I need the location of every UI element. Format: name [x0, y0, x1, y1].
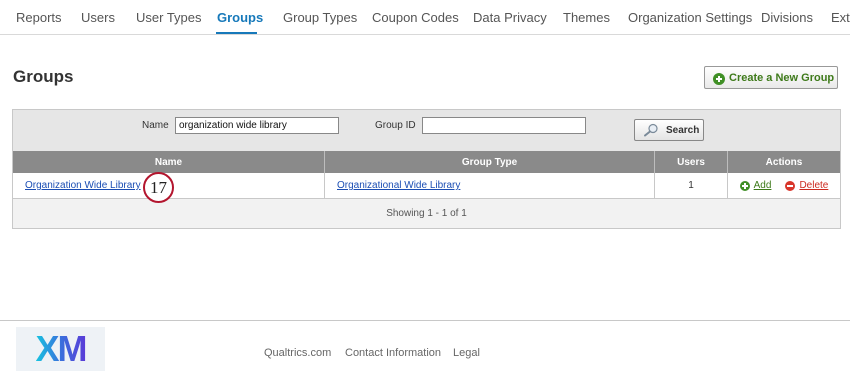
cell-group-type: Organizational Wide Library — [325, 173, 655, 198]
column-header-actions: Actions — [765, 156, 803, 168]
cell-users: 1 — [655, 173, 728, 198]
users-count: 1 — [688, 180, 694, 191]
name-filter-input[interactable] — [175, 117, 339, 134]
footer-link-contact[interactable]: Contact Information — [345, 347, 441, 359]
table-header: Name Group Type Users Actions — [13, 151, 840, 173]
group-id-input[interactable] — [422, 117, 586, 134]
name-filter-label: Name — [142, 120, 169, 131]
create-group-label: Create a New Group — [729, 71, 835, 84]
add-icon[interactable] — [739, 180, 750, 191]
active-tab-indicator — [216, 32, 257, 34]
filter-bar: Name Group ID Search — [13, 110, 840, 151]
tab-extensions[interactable]: Exte — [831, 10, 850, 25]
column-header-name[interactable]: Name — [13, 151, 325, 173]
tab-divisions[interactable]: Divisions — [761, 10, 813, 25]
cell-actions: Add Delete — [728, 173, 840, 198]
delete-link[interactable]: Delete — [799, 180, 828, 191]
delete-icon[interactable] — [785, 180, 796, 191]
tab-user-types[interactable]: User Types — [136, 10, 202, 25]
groups-panel: Name Group ID Search Name Group Type Use… — [12, 109, 841, 229]
footer-divider — [0, 320, 850, 321]
tab-reports[interactable]: Reports — [16, 10, 62, 25]
column-header-users[interactable]: Users — [655, 151, 728, 173]
tab-themes[interactable]: Themes — [563, 10, 610, 25]
magnifier-icon — [644, 123, 658, 137]
create-group-button[interactable]: Create a New Group — [704, 66, 838, 89]
add-link[interactable]: Add — [754, 180, 772, 191]
xm-logo: XM — [16, 327, 105, 371]
tab-users[interactable]: Users — [81, 10, 115, 25]
tab-groups[interactable]: Groups — [217, 10, 263, 25]
page-title: Groups — [13, 67, 74, 86]
step-badge: 17 — [143, 172, 174, 203]
search-label: Search — [666, 124, 700, 136]
tab-data-privacy[interactable]: Data Privacy — [473, 10, 547, 25]
table-row: Organization Wide Library Organizational… — [13, 173, 840, 199]
tab-organization-settings[interactable]: Organization Settings — [628, 10, 752, 25]
column-header-group-type[interactable]: Group Type — [325, 151, 655, 173]
search-button[interactable]: Search — [634, 119, 704, 141]
footer-link-qualtrics[interactable]: Qualtrics.com — [264, 347, 331, 359]
pagination-status: Showing 1 - 1 of 1 — [13, 199, 840, 228]
tab-coupon-codes[interactable]: Coupon Codes — [372, 10, 459, 25]
logo-text: XM — [35, 328, 88, 369]
footer-link-legal[interactable]: Legal — [453, 347, 480, 359]
tab-group-types[interactable]: Group Types — [283, 10, 357, 25]
group-type-link[interactable]: Organizational Wide Library — [337, 180, 460, 191]
group-id-label: Group ID — [375, 120, 416, 131]
top-nav: Reports Users User Types Groups Group Ty… — [0, 0, 850, 35]
group-name-link[interactable]: Organization Wide Library — [25, 180, 141, 191]
plus-icon — [713, 72, 725, 85]
